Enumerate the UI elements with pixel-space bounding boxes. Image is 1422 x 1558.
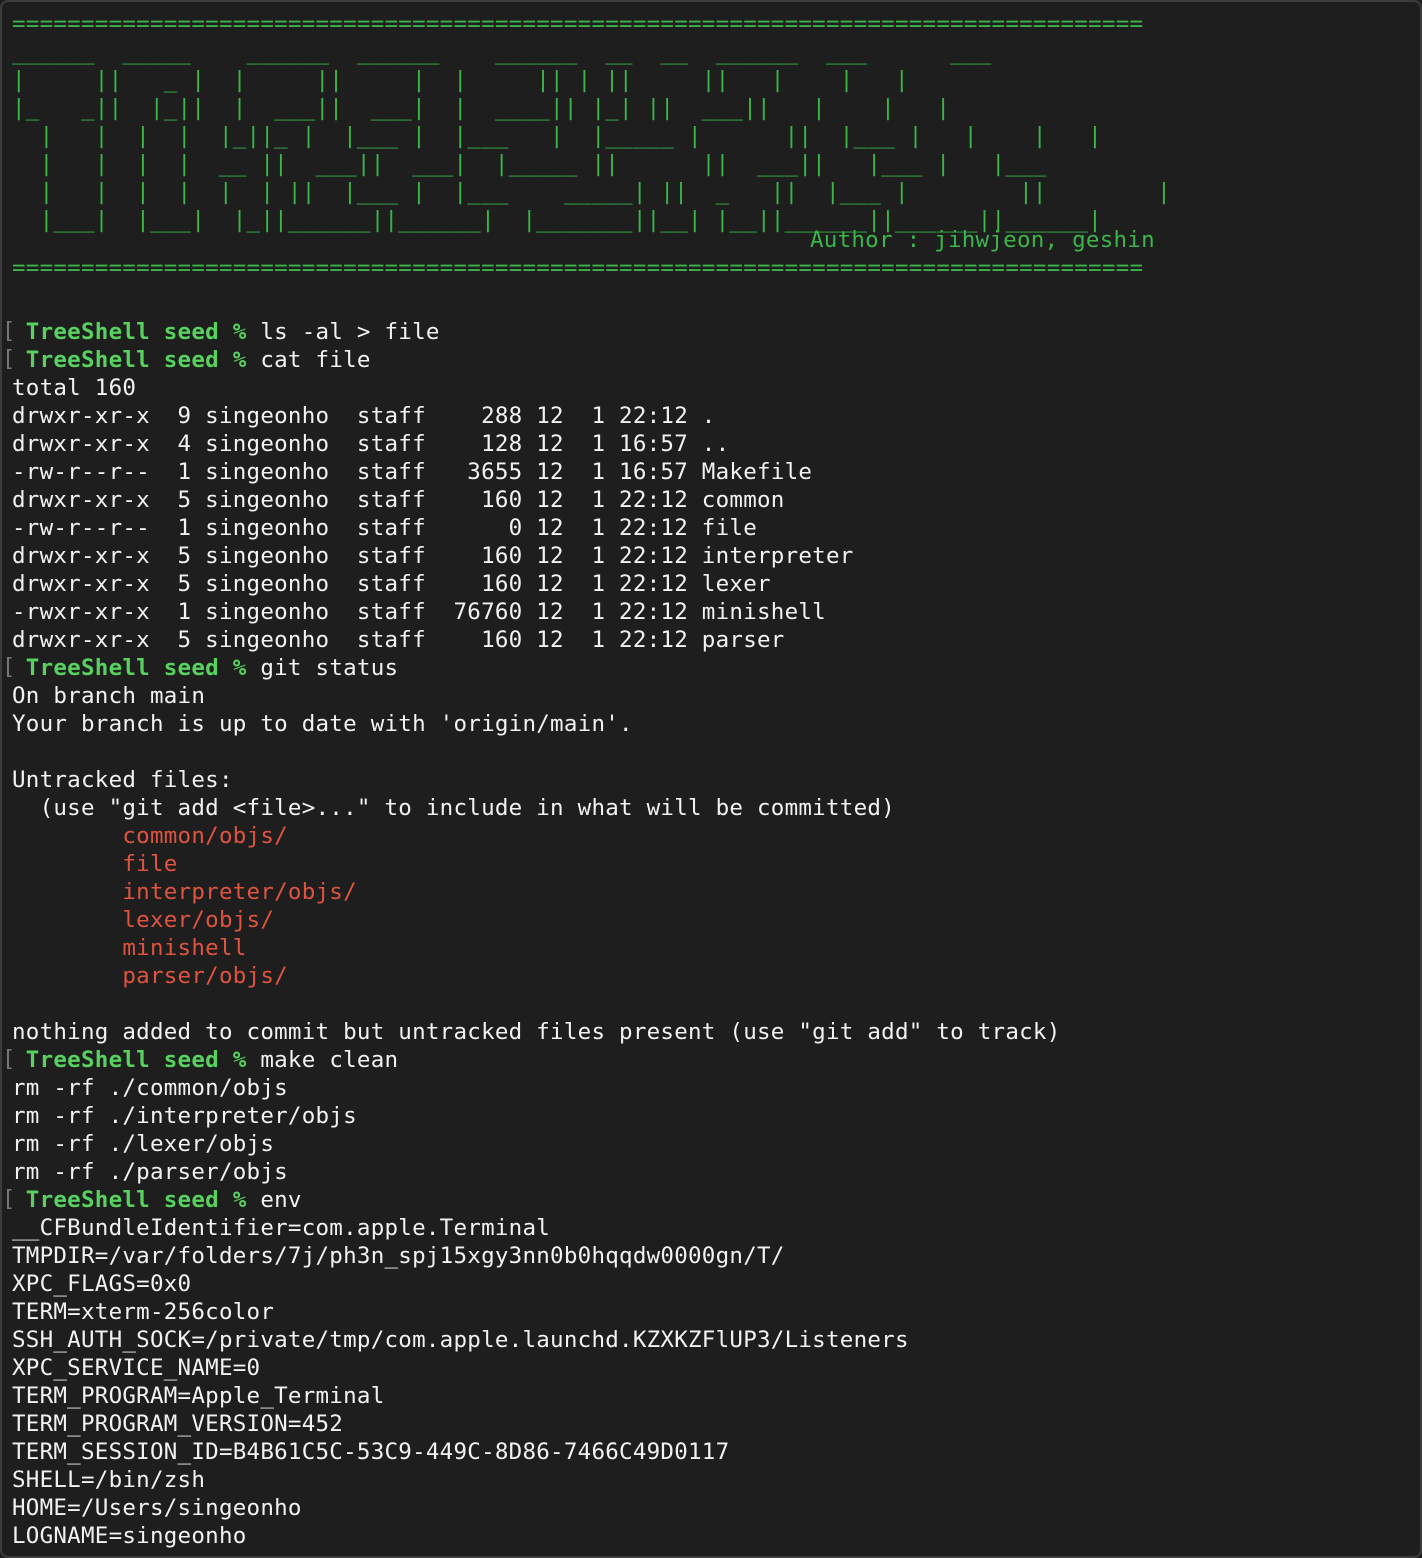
output-line: (use "git add <file>..." to include in w… [12, 795, 895, 821]
output-line: TERM=xterm-256color [12, 1299, 275, 1325]
untracked-file-line: parser/objs/ [12, 963, 288, 989]
output-line: drwxr-xr-x 9 singeonho staff 288 12 1 22… [12, 403, 716, 429]
output-line: drwxr-xr-x 5 singeonho staff 160 12 1 22… [12, 487, 785, 513]
output-line: Untracked files: [12, 767, 233, 793]
prompt-line: [ TreeShell seed % env [2, 1186, 1420, 1214]
prompt-bracket: [ [2, 1047, 16, 1072]
output-line: drwxr-xr-x 4 singeonho staff 128 12 1 16… [12, 431, 730, 457]
output-line: LOGNAME=singeonho [12, 1523, 247, 1549]
command-text: cat file [260, 347, 371, 373]
prompt-line: [ TreeShell seed % make clean [2, 1046, 1420, 1074]
prompt-bracket: [ [2, 655, 16, 680]
output-line: __CFBundleIdentifier=com.apple.Terminal [12, 1215, 551, 1241]
output-line: nothing added to commit but untracked fi… [12, 1019, 1061, 1045]
prompt-line: [ TreeShell seed % cat file [2, 346, 1420, 374]
banner-rule-bottom: ========================================… [12, 255, 1144, 281]
output-line: rm -rf ./lexer/objs [12, 1131, 275, 1157]
banner-rule-top: ========================================… [12, 11, 1144, 37]
output-line: rm -rf ./common/objs [12, 1075, 288, 1101]
banner-art-line: ______ _____ ______ ______ ______ __ __ … [12, 39, 1020, 65]
terminal-output[interactable]: [ TreeShell seed % ls -al > file[ TreeSh… [2, 318, 1420, 1550]
prompt-label: TreeShell seed % [25, 347, 247, 373]
banner-art-line: | | | | |_||_ | |___ | |___ | |_____ | |… [12, 123, 1102, 149]
command-text: git status [260, 655, 399, 681]
output-line: Your branch is up to date with 'origin/m… [12, 711, 633, 737]
command-text: env [260, 1187, 302, 1213]
output-line: TMPDIR=/var/folders/7j/ph3n_spj15xgy3nn0… [12, 1243, 785, 1269]
untracked-file-line: file [12, 851, 178, 877]
output-line: total 160 [12, 375, 137, 401]
banner-art-line: | | | | __ || ___|| ___| |_____ || || __… [12, 151, 1047, 177]
prompt-bracket: [ [2, 319, 16, 344]
output-line: drwxr-xr-x 5 singeonho staff 160 12 1 22… [12, 571, 771, 597]
banner-art-line: | || _ | | || | | || | || || | | | [12, 67, 909, 93]
prompt-label: TreeShell seed % [25, 1187, 247, 1213]
prompt-line: [ TreeShell seed % git status [2, 654, 1420, 682]
output-line: rm -rf ./interpreter/objs [12, 1103, 357, 1129]
ascii-banner: ========================================… [12, 10, 1171, 282]
output-line: XPC_FLAGS=0x0 [12, 1271, 192, 1297]
prompt-label: TreeShell seed % [25, 655, 247, 681]
output-line: SHELL=/bin/zsh [12, 1467, 206, 1493]
command-text: make clean [260, 1047, 399, 1073]
output-line: drwxr-xr-x 5 singeonho staff 160 12 1 22… [12, 627, 785, 653]
untracked-file-line: interpreter/objs/ [12, 879, 357, 905]
output-line: TERM_SESSION_ID=B4B61C5C-53C9-449C-8D86-… [12, 1439, 730, 1465]
prompt-bracket: [ [2, 1187, 16, 1212]
output-line: drwxr-xr-x 5 singeonho staff 160 12 1 22… [12, 543, 854, 569]
output-line: -rw-r--r-- 1 singeonho staff 0 12 1 22:1… [12, 515, 757, 541]
prompt-line: [ TreeShell seed % ls -al > file [2, 318, 1420, 346]
output-line: HOME=/Users/singeonho [12, 1495, 302, 1521]
untracked-file-line: lexer/objs/ [12, 907, 275, 933]
output-line: TERM_PROGRAM_VERSION=452 [12, 1411, 344, 1437]
output-line: On branch main [12, 683, 206, 709]
prompt-label: TreeShell seed % [25, 1047, 247, 1073]
banner-art-line: | | | | | | || |___ | |___ _____| || _ |… [12, 179, 1171, 205]
output-line: rm -rf ./parser/objs [12, 1159, 288, 1185]
terminal-window[interactable]: ========================================… [0, 0, 1422, 1558]
output-line: -rw-r--r-- 1 singeonho staff 3655 12 1 1… [12, 459, 813, 485]
prompt-bracket: [ [2, 347, 16, 372]
prompt-label: TreeShell seed % [25, 319, 247, 345]
untracked-file-line: minishell [12, 935, 247, 961]
banner-art-line: |_ _|| |_|| | ___|| ___| | ____|| |_| ||… [12, 95, 951, 121]
output-line: -rwxr-xr-x 1 singeonho staff 76760 12 1 … [12, 599, 826, 625]
output-line: SSH_AUTH_SOCK=/private/tmp/com.apple.lau… [12, 1327, 909, 1353]
command-text: ls -al > file [260, 319, 440, 345]
untracked-file-line: common/objs/ [12, 823, 288, 849]
output-line: TERM_PROGRAM=Apple_Terminal [12, 1383, 385, 1409]
output-line: XPC_SERVICE_NAME=0 [12, 1355, 261, 1381]
